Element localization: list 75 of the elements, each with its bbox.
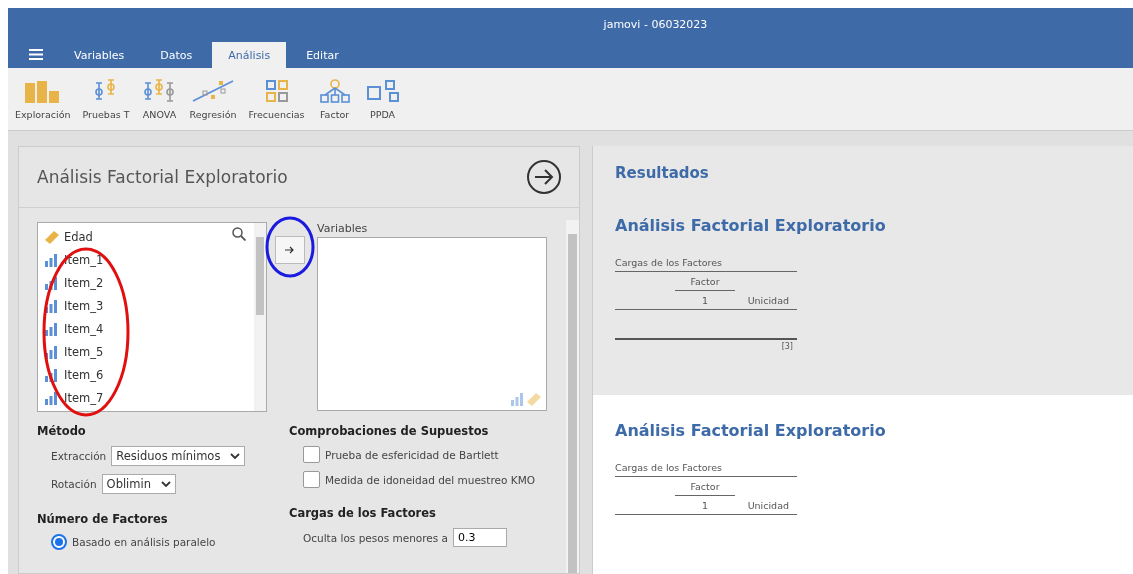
menu-tab[interactable]: Análisis [212, 42, 287, 68]
arrow-right-icon [285, 246, 295, 254]
scrollbar[interactable] [254, 223, 266, 411]
bar-chart-icon [44, 367, 60, 382]
section-heading: Método [37, 424, 87, 438]
column-header: Unicidad [746, 295, 790, 306]
ribbon-button[interactable]: PPDA [359, 78, 406, 120]
field-label: Extracción [51, 450, 107, 462]
column-header: Unicidad [746, 500, 790, 511]
chevron-down-icon [230, 452, 241, 460]
ribbon-button[interactable]: Regresión [184, 78, 242, 120]
ruler-icon [526, 392, 542, 406]
section-heading: Cargas de los Factores [289, 506, 437, 520]
results-section[interactable]: Análisis Factorial Exploratorio Cargas de los Factores Factor 1 Unicidad [593, 395, 1133, 574]
squares-icon [365, 78, 400, 103]
variable-item[interactable]: Item_7 [64, 390, 104, 405]
ribbon-button[interactable]: Pruebas T [77, 78, 135, 120]
table-title: Cargas de los Factores [615, 257, 722, 268]
chevron-down-icon [161, 480, 171, 488]
variables-box[interactable] [317, 237, 547, 411]
column-header: 1 [700, 295, 709, 306]
bar-chart-icon [44, 298, 60, 313]
search-icon[interactable] [232, 227, 246, 241]
bar-chart-icon [44, 275, 60, 290]
variable-item[interactable]: Item_4 [64, 321, 104, 336]
hierarchy-icon [319, 78, 350, 103]
dropdown[interactable]: Residuos mínimos [111, 446, 246, 466]
variable-item[interactable]: Item_5 [64, 344, 104, 359]
variable-item[interactable]: Item_3 [64, 298, 104, 313]
bar-chart-icon [44, 252, 60, 267]
option-label: Medida de idoneidad del muestreo KMO [325, 473, 535, 486]
ribbon-button[interactable]: Frecuencias [243, 78, 310, 120]
results-heading: Resultados [614, 163, 710, 184]
results-section[interactable]: Análisis Factorial Exploratorio Cargas de los Factores Factor 1 Unicidad [3] [593, 190, 1133, 395]
section-heading: Comprobaciones de Supuestos [289, 424, 490, 438]
menu-tab[interactable]: Editar [290, 42, 355, 68]
menu-icon[interactable] [29, 48, 43, 60]
scatter-line-icon [191, 78, 235, 103]
option-label: Prueba de esfericidad de Bartlett [325, 448, 499, 461]
grid-icon [264, 78, 289, 103]
field-label: Variables [317, 222, 369, 235]
ribbon-button[interactable]: Exploración [10, 78, 76, 120]
bar-chart-icon [44, 344, 60, 359]
bar-chart-icon [510, 392, 526, 406]
window-title: jamovi - 06032023 [603, 17, 708, 31]
panel-title: Análisis Factorial Exploratorio [37, 167, 288, 187]
option-label: Basado en análisis paralelo [72, 536, 216, 548]
column-header: 1 [700, 500, 709, 511]
bar-chart-icon [44, 390, 60, 405]
ribbon-button[interactable]: ANOVA [136, 78, 183, 120]
scrollbar[interactable] [566, 220, 579, 573]
input-field[interactable]: 0.3 [453, 528, 508, 547]
variable-item[interactable]: Item_6 [64, 367, 104, 382]
field-label: Oculta los pesos menores a [303, 531, 449, 544]
section-title: Análisis Factorial Exploratorio [615, 216, 887, 235]
table-footnote: [3] [781, 342, 793, 351]
variable-item[interactable]: Item_2 [64, 275, 104, 290]
menu-tab[interactable]: Datos [144, 42, 209, 68]
column-header: Factor [690, 276, 720, 287]
field-label: Rotación [51, 478, 97, 490]
ribbon-button[interactable]: Factor [311, 78, 358, 120]
section-title: Análisis Factorial Exploratorio [615, 421, 887, 440]
variable-item[interactable]: Edad [64, 229, 93, 244]
arrow-right-icon[interactable] [527, 160, 561, 194]
dropdown[interactable]: Oblimin [101, 474, 176, 494]
checkbox[interactable] [303, 471, 320, 488]
column-header: Factor [690, 481, 720, 492]
section-heading: Número de Factores [37, 512, 169, 526]
menu-tab[interactable]: Variables [58, 42, 141, 68]
ruler-icon [44, 229, 60, 244]
table-title: Cargas de los Factores [615, 462, 722, 473]
bar-chart-icon [44, 321, 60, 336]
checkbox[interactable] [303, 446, 320, 463]
radio-button[interactable] [51, 534, 67, 550]
move-right-button[interactable] [275, 236, 305, 264]
